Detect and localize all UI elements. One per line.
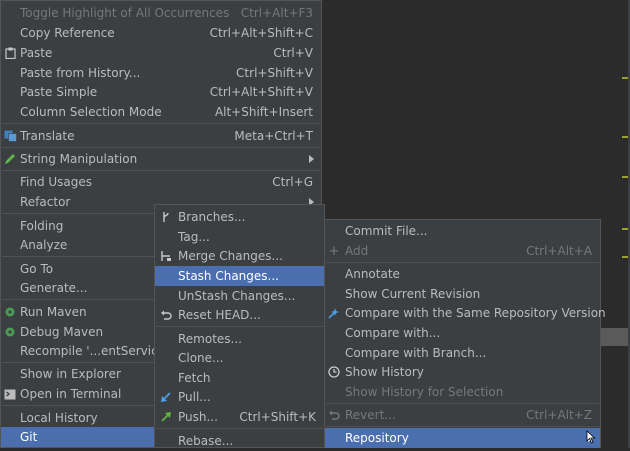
menu-item-push[interactable]: Push... Ctrl+Shift+K (155, 407, 324, 427)
push-arrow-icon (159, 410, 173, 424)
menu-separator (156, 428, 323, 429)
submenu-arrow-icon (309, 155, 314, 163)
gear-debug-icon (3, 325, 17, 339)
menu-item-show-history-selection[interactable]: Show History for Selection (325, 382, 600, 402)
menu-item-toggle-highlight[interactable]: Toggle Highlight of All Occurrences Ctrl… (1, 3, 321, 23)
menu-separator (2, 147, 320, 148)
clock-icon (327, 365, 341, 379)
clipboard-icon (3, 46, 17, 60)
git-submenu: Branches... Tag... Merge Changes... Stas… (154, 204, 325, 448)
menu-item-annotate[interactable]: Annotate (325, 264, 600, 284)
menu-item-fetch[interactable]: Fetch (155, 368, 324, 388)
menu-item-show-current-revision[interactable]: Show Current Revision (325, 284, 600, 304)
menu-item-find-usages[interactable]: Find Usages Ctrl+G (1, 172, 321, 192)
compare-icon (327, 306, 341, 320)
menu-item-paste-simple[interactable]: Paste Simple Ctrl+Alt+Shift+V (1, 82, 321, 102)
menu-item-stash-changes[interactable]: Stash Changes... (155, 266, 324, 286)
menu-separator (156, 326, 323, 327)
menu-separator (2, 123, 320, 124)
git-file-submenu: Commit File... + Add Ctrl+Alt+A Annotate… (324, 219, 606, 448)
menu-item-pull[interactable]: Pull... (155, 387, 324, 407)
menu-separator (326, 426, 599, 427)
menu-item-commit-file[interactable]: Commit File... (325, 221, 600, 241)
menu-item-add[interactable]: + Add Ctrl+Alt+A (325, 241, 600, 261)
menu-item-revert[interactable]: Revert... Ctrl+Alt+Z (325, 405, 600, 425)
menu-item-compare-same-repo-version[interactable]: Compare with the Same Repository Version (325, 303, 606, 323)
revert-icon (327, 408, 341, 422)
menu-item-compare-with[interactable]: Compare with... (325, 323, 600, 343)
menu-item-copy-reference[interactable]: Copy Reference Ctrl+Alt+Shift+C (1, 23, 321, 43)
menu-item-repository[interactable]: Repository (325, 428, 600, 448)
undo-icon (159, 308, 173, 322)
menu-item-remotes[interactable]: Remotes... (155, 329, 324, 349)
pencil-icon (3, 152, 17, 166)
menu-item-tag[interactable]: Tag... (155, 227, 324, 247)
highlighted-line (600, 328, 630, 346)
menu-item-branches[interactable]: Branches... (155, 207, 324, 227)
menu-separator (326, 403, 599, 404)
menu-item-unstash-changes[interactable]: UnStash Changes... (155, 286, 324, 306)
menu-item-column-selection-mode[interactable]: Column Selection Mode Alt+Shift+Insert (1, 102, 321, 122)
mouse-cursor-icon (586, 430, 596, 444)
menu-item-clone[interactable]: Clone... (155, 348, 324, 368)
branch-icon (159, 210, 173, 224)
merge-icon (159, 249, 173, 263)
plus-icon: + (328, 243, 340, 259)
gear-icon (3, 305, 17, 319)
menu-item-paste-from-history[interactable]: Paste from History... Ctrl+Shift+V (1, 63, 321, 83)
menu-item-show-history[interactable]: Show History (325, 362, 600, 382)
menu-item-translate[interactable]: Translate Meta+Ctrl+T (1, 126, 321, 146)
menu-item-merge-changes[interactable]: Merge Changes... (155, 246, 324, 266)
menu-item-rebase[interactable]: Rebase... (155, 431, 324, 451)
menu-separator (2, 170, 320, 171)
terminal-icon (3, 387, 17, 401)
menu-item-compare-with-branch[interactable]: Compare with Branch... (325, 343, 600, 363)
translate-icon (3, 129, 17, 143)
menu-item-string-manipulation[interactable]: String Manipulation (1, 149, 321, 169)
menu-separator (326, 262, 599, 263)
menu-item-reset-head[interactable]: Reset HEAD... (155, 305, 324, 325)
menu-item-paste[interactable]: Paste Ctrl+V (1, 43, 321, 63)
pull-arrow-icon (159, 390, 173, 404)
